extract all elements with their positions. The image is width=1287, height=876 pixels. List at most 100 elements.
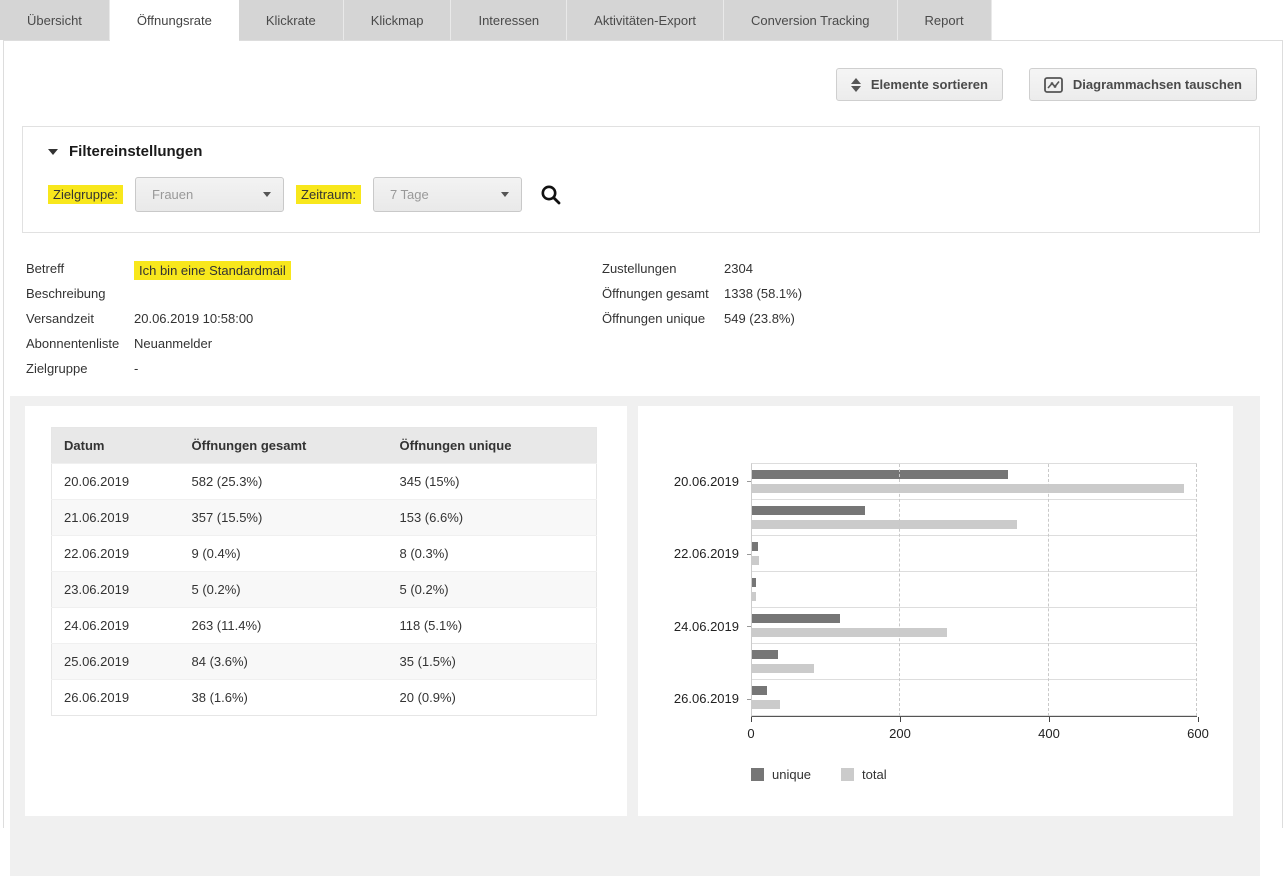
- sort-icon: [851, 78, 861, 92]
- dropdown-caret-icon: [501, 192, 509, 197]
- bar-unique: [752, 542, 758, 551]
- filter-title: Filtereinstellungen: [69, 143, 202, 160]
- swap-chart-axes-label: Diagrammachsen tauschen: [1073, 77, 1242, 92]
- bar-unique: [752, 650, 778, 659]
- opens-table-panel: DatumÖffnungen gesamtÖffnungen unique 20…: [25, 406, 627, 816]
- table-cell: 8 (0.3%): [388, 536, 597, 572]
- table-cell: 20 (0.9%): [388, 680, 597, 716]
- tab-interessen[interactable]: Interessen: [451, 0, 567, 40]
- table-row: 22.06.20199 (0.4%)8 (0.3%): [52, 536, 597, 572]
- bar-unique: [752, 578, 756, 587]
- table-cell: 20.06.2019: [52, 464, 180, 500]
- gridline: [1048, 464, 1049, 716]
- delivery-stats: Zustellungen 2304 Öffnungen gesamt 1338 …: [602, 261, 802, 386]
- table-cell: 21.06.2019: [52, 500, 180, 536]
- bar-total: [752, 592, 756, 601]
- info-label: Versandzeit: [26, 311, 134, 326]
- info-label: Öffnungen unique: [602, 311, 724, 326]
- tab-conversion-tracking[interactable]: Conversion Tracking: [724, 0, 898, 40]
- bar-unique: [752, 614, 840, 623]
- period-dropdown[interactable]: 7 Tage: [373, 177, 522, 212]
- table-row: 24.06.2019263 (11.4%)118 (5.1%): [52, 608, 597, 644]
- x-axis-tick-label: 200: [889, 726, 911, 741]
- info-value: 20.06.2019 10:58:00: [134, 311, 253, 326]
- info-label: Zustellungen: [602, 261, 724, 276]
- x-axis-tick: [1198, 717, 1199, 722]
- y-axis-label: [638, 644, 751, 680]
- tab-übersicht[interactable]: Übersicht: [0, 0, 110, 40]
- legend-swatch: [841, 768, 854, 781]
- table-cell: 5 (0.2%): [180, 572, 388, 608]
- table-cell: 118 (5.1%): [388, 608, 597, 644]
- tab-öffnungsrate[interactable]: Öffnungsrate: [110, 0, 239, 41]
- opens-table: DatumÖffnungen gesamtÖffnungen unique 20…: [51, 427, 597, 716]
- filter-controls: Zielgruppe: Frauen Zeitraum: 7 Tage: [48, 177, 1239, 212]
- dropdown-caret-icon: [263, 192, 271, 197]
- swap-chart-axes-button[interactable]: Diagrammachsen tauschen: [1029, 68, 1257, 101]
- open-rate-page: Elemente sortieren Diagrammachsen tausch…: [3, 40, 1283, 828]
- chart-bar-group: [752, 680, 1197, 716]
- info-row: Öffnungen gesamt 1338 (58.1%): [602, 286, 802, 311]
- mailing-info: Betreff Ich bin eine Standardmail Beschr…: [26, 261, 1282, 386]
- target-group-selected-value: Frauen: [152, 187, 193, 202]
- y-axis-label: 26.06.2019: [638, 681, 751, 717]
- opens-bar-chart: 20.06.201922.06.201924.06.201926.06.2019…: [638, 463, 1197, 782]
- info-value: 1338 (58.1%): [724, 286, 802, 301]
- gridline: [899, 464, 900, 716]
- x-axis-tick: [751, 717, 752, 722]
- line-chart-icon: [1044, 77, 1063, 93]
- table-cell: 35 (1.5%): [388, 644, 597, 680]
- results-section: DatumÖffnungen gesamtÖffnungen unique 20…: [10, 396, 1260, 876]
- table-header-cell: Öffnungen unique: [388, 428, 597, 464]
- y-axis-label: [638, 499, 751, 535]
- search-icon: [540, 184, 562, 206]
- collapse-triangle-icon: [48, 149, 58, 155]
- table-header-cell: Öffnungen gesamt: [180, 428, 388, 464]
- legend-label: unique: [772, 767, 811, 782]
- tab-report[interactable]: Report: [898, 0, 992, 40]
- bar-total: [752, 700, 780, 709]
- bar-unique: [752, 506, 865, 515]
- gridline: [1196, 464, 1197, 716]
- chart-bar-group: [752, 536, 1197, 572]
- table-cell: 263 (11.4%): [180, 608, 388, 644]
- x-axis-tick: [900, 717, 901, 722]
- chart-y-axis: 20.06.201922.06.201924.06.201926.06.2019: [638, 463, 751, 717]
- tab-klickmap[interactable]: Klickmap: [344, 0, 452, 40]
- tab-aktivitäten-export[interactable]: Aktivitäten-Export: [567, 0, 724, 40]
- info-value: 549 (23.8%): [724, 311, 795, 326]
- chart-bar-group: [752, 500, 1197, 536]
- sort-elements-button[interactable]: Elemente sortieren: [836, 68, 1003, 101]
- legend-swatch: [751, 768, 764, 781]
- table-header-cell: Datum: [52, 428, 180, 464]
- info-row: Beschreibung: [26, 286, 602, 311]
- period-selected-value: 7 Tage: [390, 187, 429, 202]
- x-axis-tick-label: 0: [747, 726, 754, 741]
- info-value: 2304: [724, 261, 753, 276]
- subject-value-highlighted: Ich bin eine Standardmail: [134, 261, 291, 280]
- search-button[interactable]: [540, 184, 562, 206]
- chart-bar-group: [752, 644, 1197, 680]
- table-cell: 5 (0.2%): [388, 572, 597, 608]
- target-group-dropdown[interactable]: Frauen: [135, 177, 284, 212]
- mailing-info-left: Betreff Ich bin eine Standardmail Beschr…: [26, 261, 602, 386]
- y-axis-label: 24.06.2019: [638, 608, 751, 644]
- filter-panel: Filtereinstellungen Zielgruppe: Frauen Z…: [22, 126, 1260, 233]
- opens-chart-panel: 20.06.201922.06.201924.06.201926.06.2019…: [638, 406, 1233, 816]
- table-cell: 22.06.2019: [52, 536, 180, 572]
- table-row: 26.06.201938 (1.6%)20 (0.9%): [52, 680, 597, 716]
- info-row: Abonnentenliste Neuanmelder: [26, 336, 602, 361]
- info-row: Zustellungen 2304: [602, 261, 802, 286]
- info-row: Versandzeit 20.06.2019 10:58:00: [26, 311, 602, 336]
- tab-bar: ÜbersichtÖffnungsrateKlickrateKlickmapIn…: [0, 0, 1287, 40]
- filter-collapse-header[interactable]: Filtereinstellungen: [48, 143, 1239, 160]
- legend-item-total: total: [841, 767, 887, 782]
- bar-total: [752, 556, 759, 565]
- bar-total: [752, 520, 1017, 529]
- target-group-label: Zielgruppe:: [48, 185, 123, 204]
- x-axis-tick-label: 600: [1187, 726, 1209, 741]
- table-row: 25.06.201984 (3.6%)35 (1.5%): [52, 644, 597, 680]
- table-cell: 38 (1.6%): [180, 680, 388, 716]
- tab-klickrate[interactable]: Klickrate: [239, 0, 344, 40]
- x-axis-tick-label: 400: [1038, 726, 1060, 741]
